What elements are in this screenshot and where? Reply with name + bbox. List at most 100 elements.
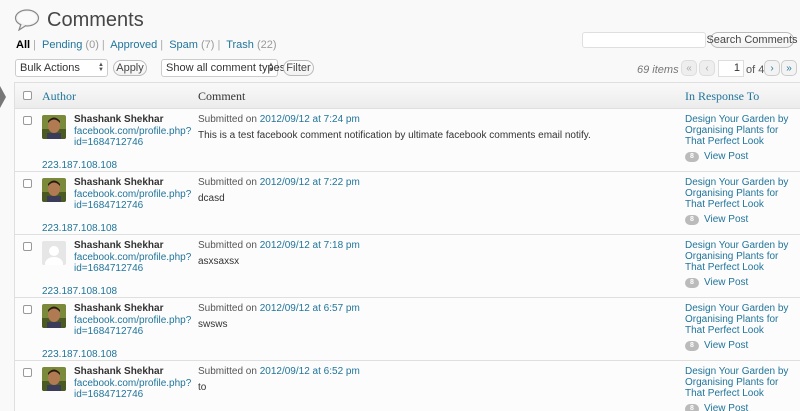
- response-post-link[interactable]: Design Your Garden by Organising Plants …: [685, 177, 797, 210]
- row-checkbox[interactable]: [23, 242, 32, 251]
- submitted-prefix: Submitted on: [198, 366, 257, 377]
- view-post: 8 View Post: [685, 340, 748, 351]
- comment-text: asxsaxsx: [198, 256, 240, 267]
- comment-date-link[interactable]: 2012/09/12 at 7:24 pm: [260, 114, 360, 125]
- row-checkbox[interactable]: [23, 116, 32, 125]
- submitted-prefix: Submitted on: [198, 303, 257, 314]
- submitted-on: Submitted on 2012/09/12 at 7:18 pm: [198, 240, 360, 251]
- avatar: [42, 304, 66, 328]
- next-page-button[interactable]: ›: [764, 60, 780, 76]
- first-page-button[interactable]: «: [681, 60, 697, 76]
- row-checkbox[interactable]: [23, 368, 32, 377]
- table-body: Shashank Shekhar facebook.com/profile.ph…: [15, 109, 800, 411]
- submitted-on: Submitted on 2012/09/12 at 6:57 pm: [198, 303, 360, 314]
- page-title: Comments: [47, 8, 144, 31]
- apply-button[interactable]: Apply: [113, 60, 147, 76]
- select-all-checkbox[interactable]: [23, 91, 32, 100]
- search-input[interactable]: [582, 32, 706, 48]
- filter-button[interactable]: Filter: [283, 60, 314, 76]
- author-name: Shashank Shekhar: [74, 303, 164, 314]
- author-name: Shashank Shekhar: [74, 366, 164, 377]
- page-header: Comments: [14, 6, 144, 34]
- table-row: Shashank Shekhar facebook.com/profile.ph…: [15, 361, 800, 411]
- view-post-link[interactable]: View Post: [704, 214, 748, 225]
- author-column-header[interactable]: Author: [42, 89, 76, 104]
- table-row: Shashank Shekhar facebook.com/profile.ph…: [15, 109, 800, 172]
- submitted-on: Submitted on 2012/09/12 at 6:52 pm: [198, 366, 360, 377]
- view-post: 8 View Post: [685, 151, 748, 162]
- view-post-link[interactable]: View Post: [704, 340, 748, 351]
- filter-trash[interactable]: Trash: [226, 39, 254, 51]
- filter-pending[interactable]: Pending: [42, 39, 82, 51]
- select-arrows-icon: ▲ ▼: [98, 62, 104, 73]
- row-checkbox[interactable]: [23, 179, 32, 188]
- current-page-input[interactable]: 1: [718, 60, 744, 77]
- comment-text: to: [198, 382, 207, 393]
- submitted-prefix: Submitted on: [198, 240, 257, 251]
- author-url-link[interactable]: facebook.com/profile.php?id=1684712746: [74, 189, 191, 211]
- search-comments-button[interactable]: Search Comments: [706, 32, 798, 48]
- author-ip-link[interactable]: 223.187.108.108: [42, 286, 117, 297]
- filter-trash-count: (22): [256, 39, 277, 51]
- comments-table: Author Comment In Response To Shashank S…: [14, 82, 800, 411]
- author-ip-link[interactable]: 223.187.108.108: [42, 223, 117, 234]
- comment-date-link[interactable]: 2012/09/12 at 6:57 pm: [260, 303, 360, 314]
- comment-status-filters: All | Pending (0) | Approved | Spam (7) | Tr…: [16, 39, 277, 51]
- view-post-link[interactable]: View Post: [704, 403, 748, 411]
- comment-text: This is a test facebook comment notifica…: [198, 130, 591, 141]
- submitted-on: Submitted on 2012/09/12 at 7:24 pm: [198, 114, 360, 125]
- author-name: Shashank Shekhar: [74, 240, 164, 251]
- filter-pending-count: (0): [85, 39, 99, 51]
- items-count: 69 items: [637, 64, 679, 76]
- bulk-actions-value: Bulk Actions: [20, 62, 80, 74]
- view-post: 8 View Post: [685, 214, 748, 225]
- prev-page-button[interactable]: ‹: [699, 60, 715, 76]
- avatar: [42, 115, 66, 139]
- author-ip-link[interactable]: 223.187.108.108: [42, 160, 117, 171]
- last-page-button[interactable]: »: [781, 60, 797, 76]
- submitted-prefix: Submitted on: [198, 114, 257, 125]
- author-ip-link[interactable]: 223.187.108.108: [42, 349, 117, 360]
- comment-date-link[interactable]: 2012/09/12 at 7:22 pm: [260, 177, 360, 188]
- avatar-placeholder: [42, 241, 66, 265]
- comment-date-link[interactable]: 2012/09/12 at 6:52 pm: [260, 366, 360, 377]
- table-row: Shashank Shekhar facebook.com/profile.ph…: [15, 172, 800, 235]
- submitted-prefix: Submitted on: [198, 177, 257, 188]
- author-url-link[interactable]: facebook.com/profile.php?id=1684712746: [74, 252, 191, 274]
- view-post-link[interactable]: View Post: [704, 151, 748, 162]
- author-url-link[interactable]: facebook.com/profile.php?id=1684712746: [74, 315, 191, 337]
- comment-column-header: Comment: [198, 89, 246, 103]
- comment-type-select[interactable]: Show all comment types ▲ ▼: [161, 59, 285, 77]
- comment-count-badge[interactable]: 8: [685, 151, 699, 162]
- comment-text: swsws: [198, 319, 228, 330]
- submitted-on: Submitted on 2012/09/12 at 7:22 pm: [198, 177, 360, 188]
- table-header: Author Comment In Response To: [15, 83, 800, 109]
- author-name: Shashank Shekhar: [74, 177, 164, 188]
- comment-count-badge[interactable]: 8: [685, 340, 699, 351]
- bulk-actions-select[interactable]: Bulk Actions ▲ ▼: [15, 59, 108, 77]
- comment-count-badge[interactable]: 8: [685, 403, 699, 411]
- author-url-link[interactable]: facebook.com/profile.php?id=1684712746: [74, 378, 191, 400]
- select-arrows-icon: ▲ ▼: [268, 62, 274, 73]
- response-post-link[interactable]: Design Your Garden by Organising Plants …: [685, 366, 797, 399]
- avatar: [42, 178, 66, 202]
- filter-approved[interactable]: Approved: [110, 39, 157, 51]
- filter-all[interactable]: All: [16, 39, 30, 51]
- collapse-arrow-icon[interactable]: [0, 86, 6, 108]
- avatar: [42, 367, 66, 391]
- comment-count-badge[interactable]: 8: [685, 277, 699, 288]
- author-url-link[interactable]: facebook.com/profile.php?id=1684712746: [74, 126, 191, 148]
- response-post-link[interactable]: Design Your Garden by Organising Plants …: [685, 240, 797, 273]
- row-checkbox[interactable]: [23, 305, 32, 314]
- response-post-link[interactable]: Design Your Garden by Organising Plants …: [685, 303, 797, 336]
- table-row: Shashank Shekhar facebook.com/profile.ph…: [15, 235, 800, 298]
- comments-icon: [14, 9, 40, 32]
- comment-date-link[interactable]: 2012/09/12 at 7:18 pm: [260, 240, 360, 251]
- filter-spam[interactable]: Spam: [169, 39, 198, 51]
- view-post: 8 View Post: [685, 403, 748, 411]
- comment-count-badge[interactable]: 8: [685, 214, 699, 225]
- response-post-link[interactable]: Design Your Garden by Organising Plants …: [685, 114, 797, 147]
- response-column-header[interactable]: In Response To: [685, 89, 759, 104]
- filter-spam-count: (7): [201, 39, 215, 51]
- view-post-link[interactable]: View Post: [704, 277, 748, 288]
